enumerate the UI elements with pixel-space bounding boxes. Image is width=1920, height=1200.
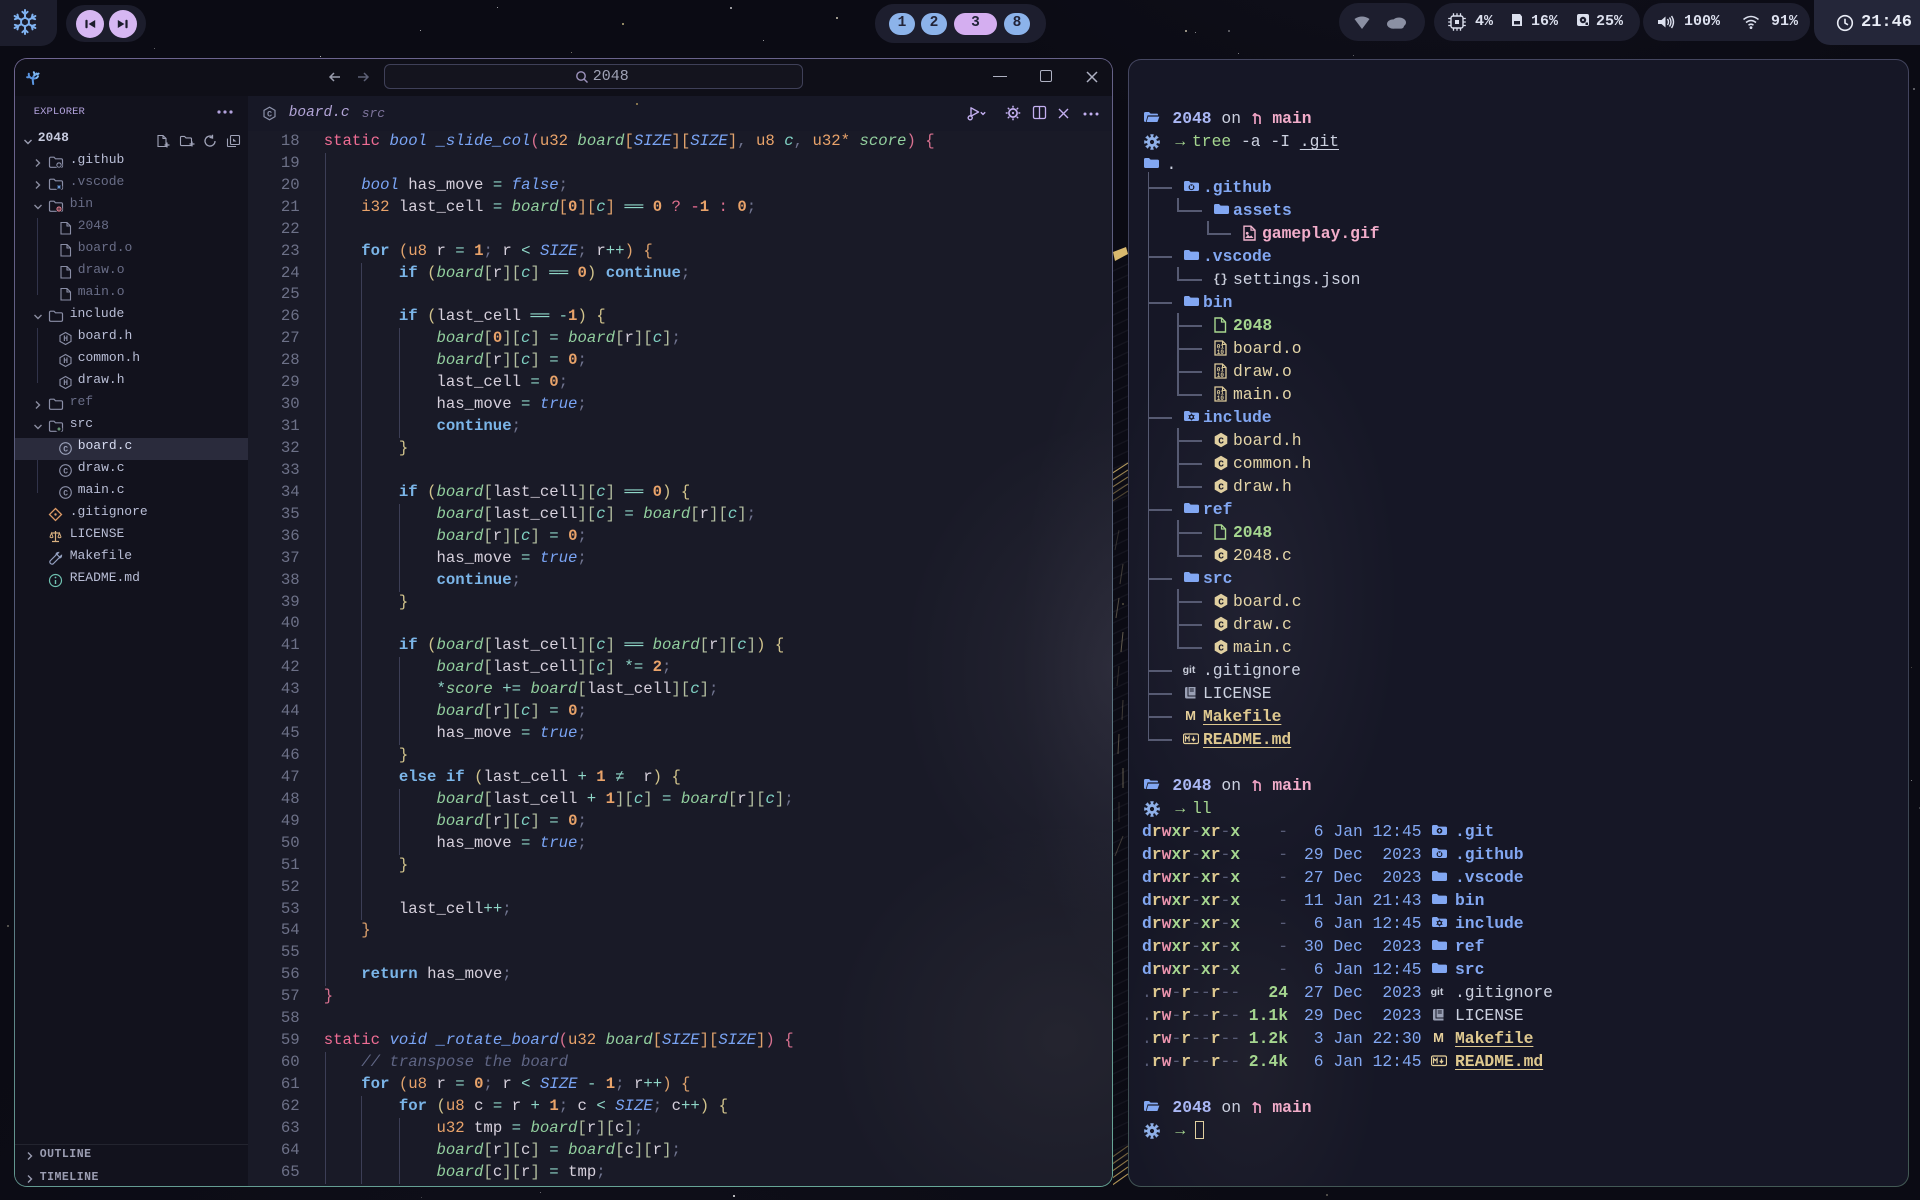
svg-text:M: M [1433, 1030, 1444, 1045]
svg-text:H: H [63, 379, 68, 388]
svg-text:C: C [1218, 481, 1224, 492]
svg-text:C: C [63, 468, 68, 477]
svg-text:10: 10 [1216, 349, 1224, 356]
svg-text:C: C [1218, 596, 1224, 607]
svg-text:H: H [63, 335, 68, 344]
svg-text:{}: {} [1213, 273, 1227, 287]
svg-text:C: C [63, 490, 68, 499]
svg-text:C: C [267, 109, 272, 119]
svg-text:C: C [1218, 642, 1224, 653]
svg-text:C: C [63, 446, 68, 455]
svg-text:C: C [1218, 619, 1224, 630]
svg-text:C: C [1218, 550, 1224, 561]
svg-text:10: 10 [1216, 372, 1224, 379]
svg-text:H: H [63, 357, 68, 366]
svg-text:C: C [1218, 435, 1224, 446]
svg-text:C: C [1218, 458, 1224, 469]
svg-text:M: M [1185, 708, 1196, 723]
svg-text:git: git [1431, 986, 1444, 998]
svg-text:10: 10 [1216, 395, 1224, 402]
svg-text:git: git [1183, 664, 1196, 676]
